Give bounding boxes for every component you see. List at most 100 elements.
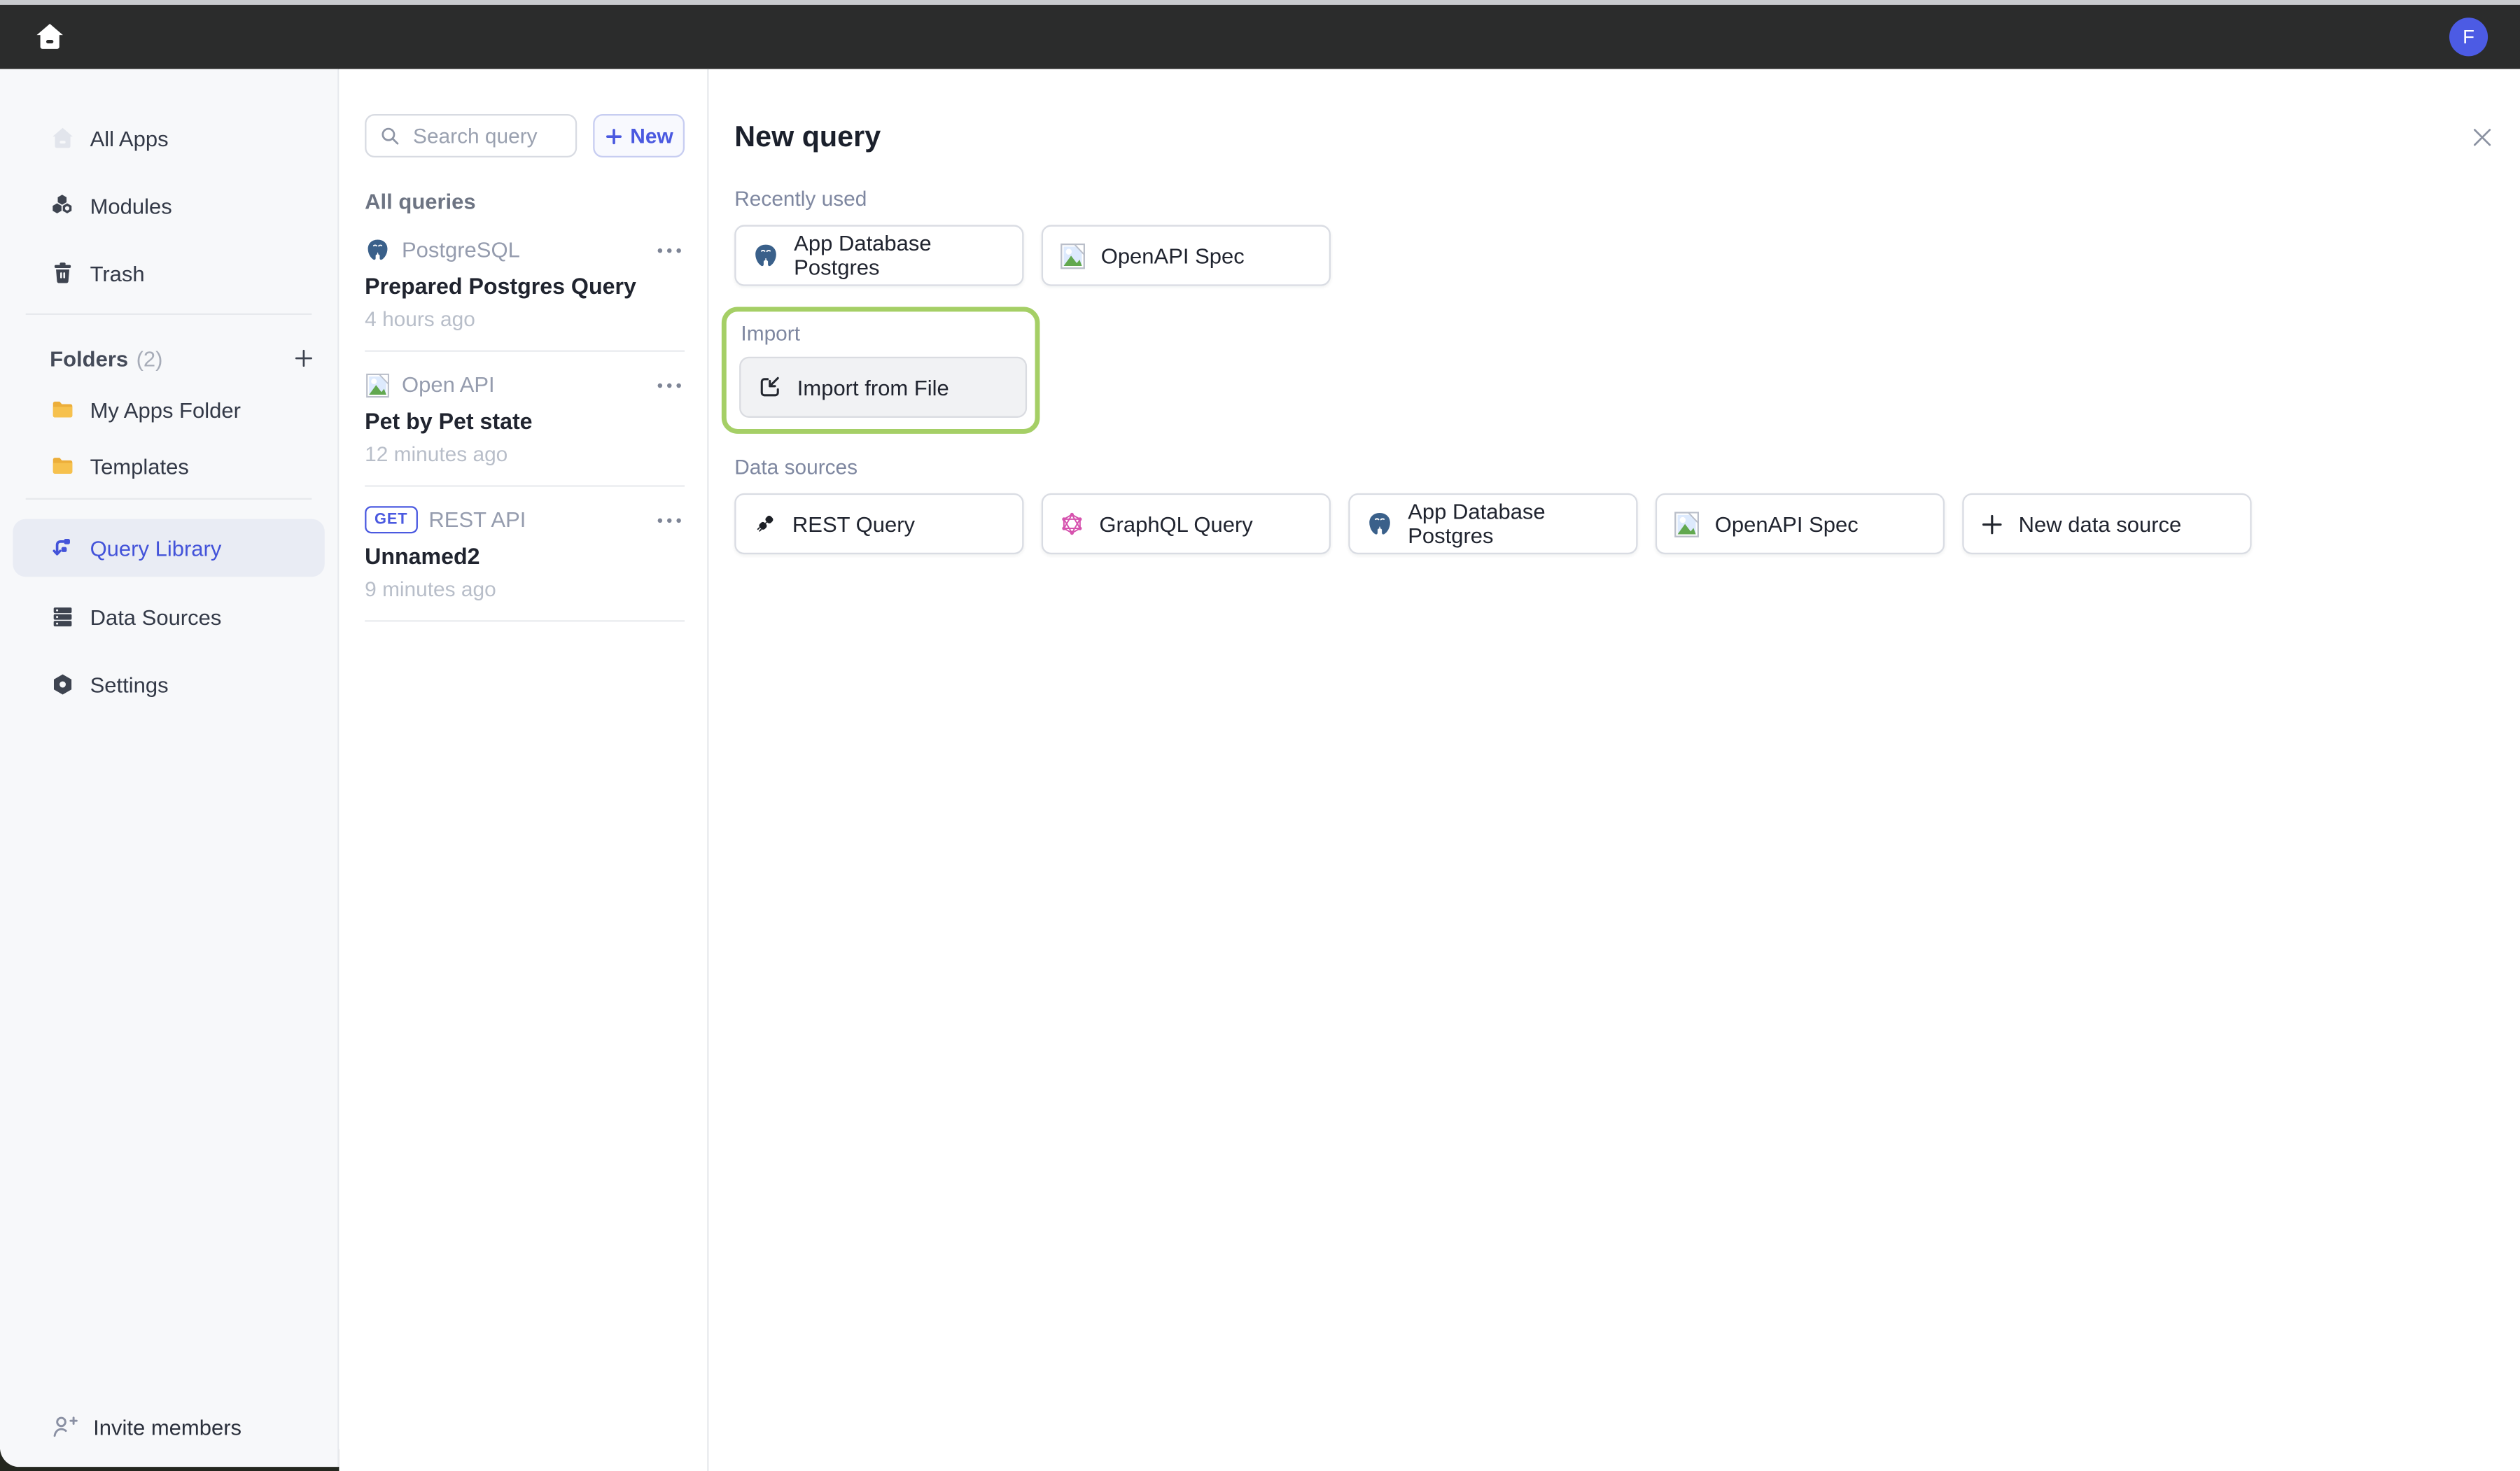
folders-label: Folders <box>50 346 128 370</box>
ellipsis-menu-icon[interactable] <box>654 244 685 256</box>
broken-image-icon <box>365 372 391 398</box>
sidebar-item-templates[interactable]: Templates <box>13 442 324 490</box>
data-source-graphql-query[interactable]: GraphQL Query <box>1042 493 1331 554</box>
data-source-app-database-postgres[interactable]: App Database Postgres <box>1348 493 1637 554</box>
sidebar-item-my-apps-folder[interactable]: My Apps Folder <box>13 386 324 434</box>
query-library-icon <box>50 535 76 561</box>
query-type-label: REST API <box>428 508 526 532</box>
search-box[interactable] <box>365 114 577 157</box>
ellipsis-menu-icon[interactable] <box>654 379 685 391</box>
card-label: GraphQL Query <box>1099 512 1252 535</box>
invite-members-icon <box>50 1412 78 1441</box>
sidebar-item-modules[interactable]: Modules <box>13 178 324 233</box>
folders-count: (2) <box>136 346 163 370</box>
broken-image-icon <box>1059 242 1086 269</box>
data-sources-label: Data sources <box>734 455 2498 479</box>
rest-plug-icon <box>752 511 778 537</box>
close-icon <box>2470 125 2494 149</box>
topbar: F <box>0 5 2520 69</box>
sidebar-item-data-sources[interactable]: Data Sources <box>13 590 324 645</box>
sidebar-item-label: Data Sources <box>90 605 222 628</box>
import-file-icon <box>757 374 783 400</box>
postgres-icon <box>365 237 391 263</box>
query-list-item[interactable]: GET REST API Unnamed2 9 minutes ago <box>365 506 685 621</box>
sidebar-item-label: Query Library <box>90 536 222 560</box>
home-icon <box>34 20 66 55</box>
method-badge: GET <box>365 507 417 533</box>
query-list-item[interactable]: PostgreSQL Prepared Postgres Query 4 hou… <box>365 237 685 352</box>
home-button[interactable] <box>34 17 69 56</box>
broken-image-icon <box>1673 510 1700 537</box>
sidebar-item-label: Templates <box>90 454 189 478</box>
divider <box>26 498 312 500</box>
sidebar-item-label: All Apps <box>90 126 169 150</box>
query-timestamp: 4 hours ago <box>365 307 685 331</box>
query-list-item[interactable]: Open API Pet by Pet state 12 minutes ago <box>365 371 685 486</box>
page-title: New query <box>734 119 881 155</box>
card-label: App Database Postgres <box>1408 500 1620 548</box>
divider <box>365 485 685 486</box>
import-highlight-box: Import Import from File <box>722 307 1040 434</box>
card-label: OpenAPI Spec <box>1715 512 1858 535</box>
invite-members-button[interactable]: Invite members <box>50 1412 241 1441</box>
recently-used-label: Recently used <box>734 186 2498 210</box>
new-query-label: New <box>630 124 673 148</box>
invite-members-label: Invite members <box>93 1415 241 1439</box>
sidebar-item-trash[interactable]: Trash <box>13 246 324 300</box>
folder-icon <box>50 397 76 423</box>
sidebar-item-label: Trash <box>90 261 145 285</box>
plus-icon <box>1980 512 2004 535</box>
import-from-file-button[interactable]: Import from File <box>739 357 1027 418</box>
recently-used-app-database-postgres[interactable]: App Database Postgres <box>734 225 1023 286</box>
sidebar-item-label: Modules <box>90 194 172 218</box>
screen: F All Apps Modules Trash <box>0 0 2520 1471</box>
trash-icon <box>50 260 76 286</box>
close-button[interactable] <box>2467 122 2498 153</box>
folders-header: Folders (2) <box>13 335 324 383</box>
list-header: All queries <box>365 190 685 213</box>
avatar[interactable]: F <box>2449 17 2488 56</box>
home-icon <box>50 125 76 151</box>
sidebar-item-query-library[interactable]: Query Library <box>13 519 324 577</box>
sidebar-item-label: Settings <box>90 673 169 696</box>
new-data-source-button[interactable]: New data source <box>1962 493 2251 554</box>
import-button-label: Import from File <box>797 375 949 399</box>
query-title: Unnamed2 <box>365 543 685 569</box>
card-label: OpenAPI Spec <box>1101 244 1245 267</box>
import-label: Import <box>741 321 1022 345</box>
query-title: Prepared Postgres Query <box>365 273 685 299</box>
data-source-rest-query[interactable]: REST Query <box>734 493 1023 554</box>
postgres-icon <box>1366 510 1394 537</box>
sidebar-item-settings[interactable]: Settings <box>13 657 324 712</box>
modules-icon <box>50 193 76 219</box>
divider <box>365 351 685 352</box>
window-edge <box>0 0 2520 5</box>
graphql-icon <box>1059 511 1085 537</box>
add-folder-button[interactable] <box>293 347 315 369</box>
query-title: Pet by Pet state <box>365 408 685 434</box>
card-label: New data source <box>2019 512 2182 535</box>
new-query-button[interactable]: New <box>593 114 685 157</box>
search-input[interactable] <box>410 122 562 149</box>
ellipsis-menu-icon[interactable] <box>654 514 685 526</box>
plus-icon <box>605 126 624 146</box>
app: F All Apps Modules Trash <box>0 0 2520 1471</box>
postgres-icon <box>752 242 779 269</box>
recently-used-openapi-spec[interactable]: OpenAPI Spec <box>1042 225 1331 286</box>
sidebar-item-label: My Apps Folder <box>90 397 241 421</box>
divider <box>26 314 312 315</box>
folder-icon <box>50 453 76 479</box>
card-label: App Database Postgres <box>794 232 1006 280</box>
data-sources-icon <box>50 604 76 630</box>
query-timestamp: 12 minutes ago <box>365 442 685 465</box>
sidebar-item-all-apps[interactable]: All Apps <box>13 111 324 165</box>
query-type-label: Open API <box>402 373 495 397</box>
body: All Apps Modules Trash Folders (2) <box>0 69 2520 1471</box>
query-list-panel: New All queries PostgreSQL Prepared Post… <box>339 69 708 1471</box>
search-icon <box>379 125 400 146</box>
data-source-openapi-spec[interactable]: OpenAPI Spec <box>1656 493 1945 554</box>
card-label: REST Query <box>792 512 915 535</box>
new-query-panel: New query Recently used App Database Pos… <box>709 69 2520 1471</box>
settings-icon <box>50 672 76 698</box>
divider <box>365 620 685 621</box>
